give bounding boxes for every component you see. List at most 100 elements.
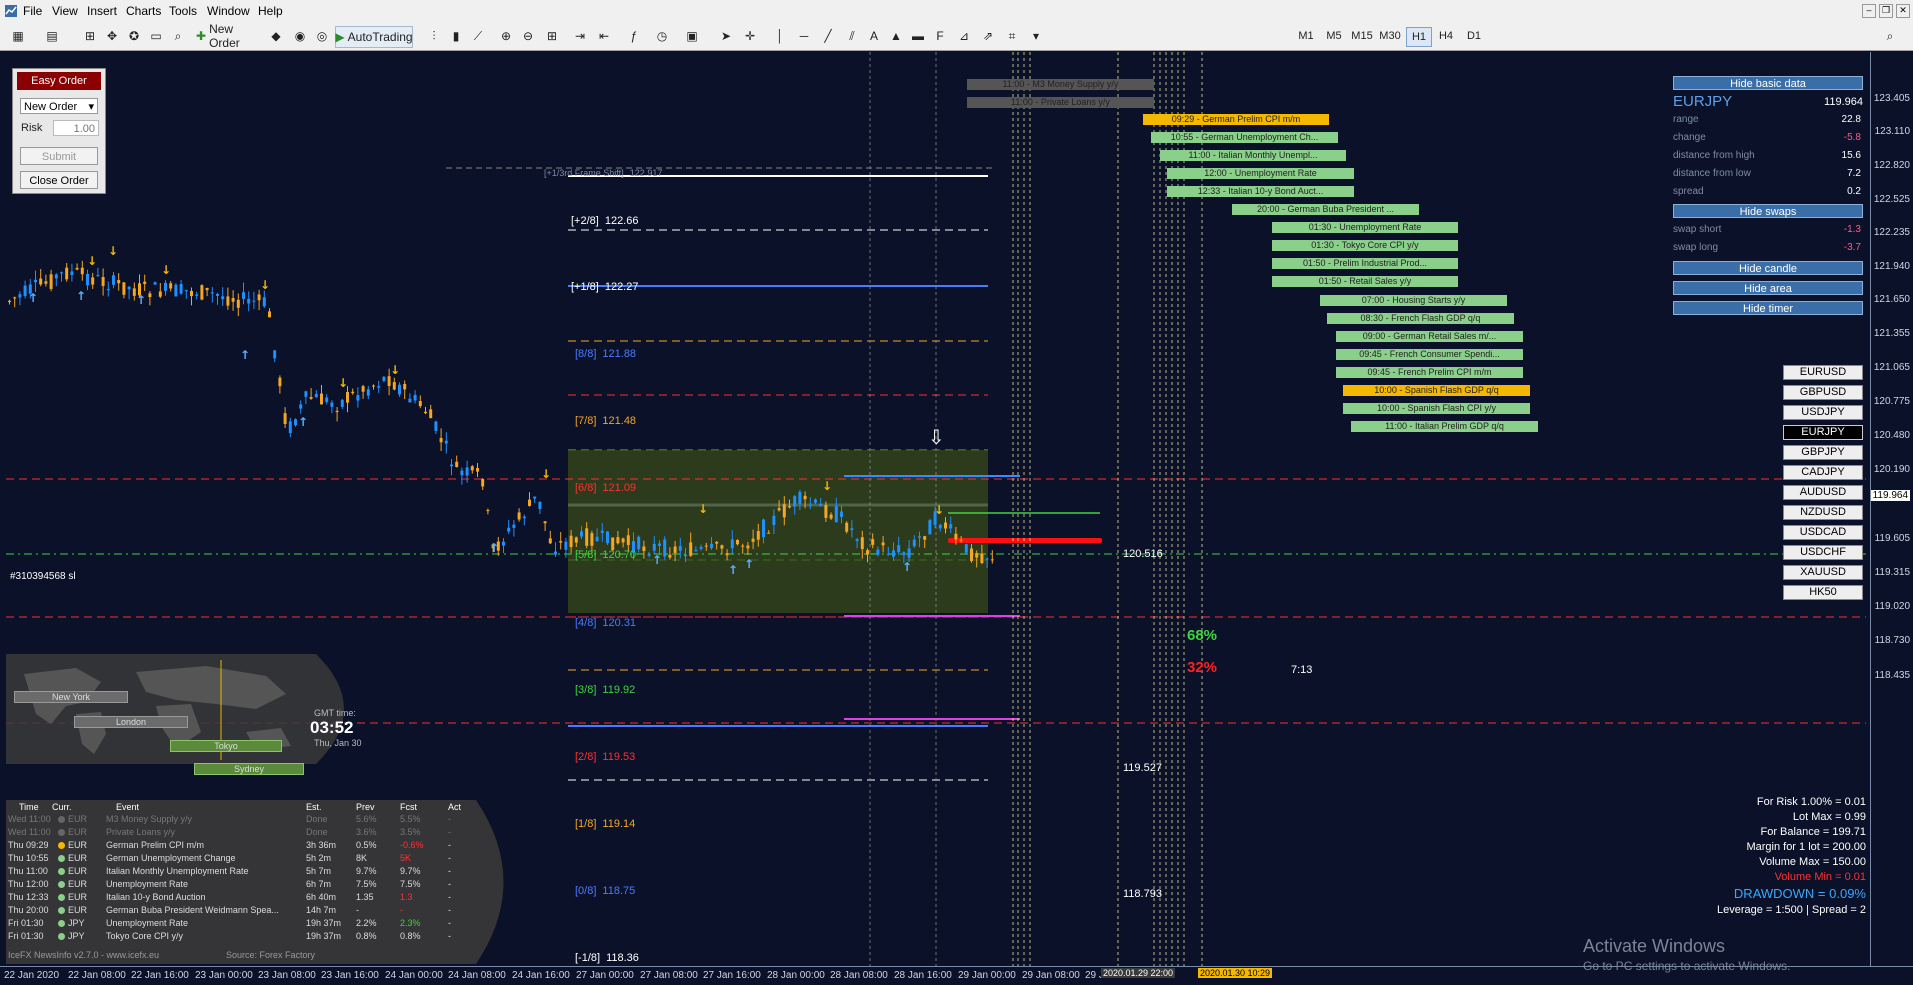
menu-window[interactable]: Window [207, 4, 250, 18]
chart-shift-icon[interactable]: ⇤ [594, 26, 614, 46]
hide-basic-data-button[interactable]: Hide basic data [1673, 76, 1863, 90]
news-event-bar[interactable]: 09:29 - German Prelim CPI m/m [1143, 114, 1329, 125]
arrow-icon[interactable]: ⇗ [978, 26, 998, 46]
candles-icon[interactable]: ▮ [446, 26, 466, 46]
channel-icon[interactable]: ⫽ [842, 26, 862, 46]
wifi-icon[interactable]: ◎ [312, 26, 332, 46]
terminal-icon[interactable]: ▭ [146, 26, 166, 46]
menu-view[interactable]: View [52, 4, 78, 18]
news-row[interactable]: Wed 11:00 EUR M3 Money Supply y/y Done 5.6% 5… [6, 814, 506, 827]
symbol-button-usdjpy[interactable]: USDJPY [1783, 405, 1863, 420]
symbol-button-nzdusd[interactable]: NZDUSD [1783, 505, 1863, 520]
tf-m30[interactable]: M30 [1378, 27, 1402, 45]
signals-icon[interactable]: ◉ [290, 26, 310, 46]
news-event-bar[interactable]: 07:00 - Housing Starts y/y [1320, 295, 1507, 306]
news-row[interactable]: Thu 20:00 EUR German Buba President Weidma… [6, 905, 506, 918]
news-event-bar[interactable]: 12:33 - Italian 10-y Bond Auct... [1167, 186, 1354, 197]
news-event-bar[interactable]: 11:00 - M3 Money Supply y/y [967, 79, 1154, 90]
market-watch-icon[interactable]: ⊞ [80, 26, 100, 46]
menu-tools[interactable]: Tools [169, 4, 197, 18]
periods-icon[interactable]: ◷ [652, 26, 672, 46]
fibo-icon[interactable]: F [930, 26, 950, 46]
menu-help[interactable]: Help [258, 4, 283, 18]
trendline-icon[interactable]: ╱ [818, 26, 838, 46]
zoom-in-icon[interactable]: ⊕ [496, 26, 516, 46]
news-event-bar[interactable]: 10:00 - Spanish Flash GDP q/q [1343, 385, 1530, 396]
zoom-out-icon[interactable]: ⊖ [518, 26, 538, 46]
indicators-icon[interactable]: ƒ [624, 26, 644, 46]
shapes-icon[interactable]: ⌗ [1002, 26, 1022, 46]
news-event-bar[interactable]: 01:30 - Unemployment Rate [1272, 222, 1458, 233]
news-row[interactable]: Thu 10:55 EUR German Unemployment Change 5h… [6, 853, 506, 866]
news-event-bar[interactable]: 11:00 - Italian Monthly Unempl... [1160, 150, 1346, 161]
news-event-bar[interactable]: 10:00 - Spanish Flash CPI y/y [1343, 403, 1530, 414]
news-event-bar[interactable]: 11:00 - Italian Prelim GDP q/q [1351, 421, 1538, 432]
text-icon[interactable]: A [864, 26, 884, 46]
gann-icon[interactable]: ⊿ [954, 26, 974, 46]
news-row[interactable]: Thu 12:33 EUR Italian 10-y Bond Auction 6h … [6, 892, 506, 905]
hide-timer-button[interactable]: Hide timer [1673, 301, 1863, 315]
bar-chart-icon[interactable]: ⫶ [424, 26, 444, 46]
templates-icon[interactable]: ▣ [682, 26, 702, 46]
cursor-icon[interactable]: ➤ [716, 26, 736, 46]
news-event-bar[interactable]: 08:30 - French Flash GDP q/q [1327, 313, 1514, 324]
tf-h4[interactable]: H4 [1434, 27, 1458, 45]
minimize-button[interactable]: – [1862, 4, 1876, 18]
new-chart-icon[interactable]: ▦ [8, 26, 28, 46]
price-axis[interactable]: 123.405 123.110 122.820 122.525 122.235 121.9… [1870, 52, 1913, 966]
tester-icon[interactable]: ⌕ [168, 26, 188, 46]
tf-h1[interactable]: H1 [1406, 27, 1432, 47]
tf-d1[interactable]: D1 [1462, 27, 1486, 45]
metaeditor-icon[interactable]: ◆ [266, 26, 286, 46]
symbol-button-eurusd[interactable]: EURUSD [1783, 365, 1863, 380]
rectangle-icon[interactable]: ▬ [908, 26, 928, 46]
submit-button[interactable]: Submit [20, 147, 98, 165]
profiles-icon[interactable]: ▤ [42, 26, 62, 46]
hide-area-button[interactable]: Hide area [1673, 281, 1863, 295]
menu-insert[interactable]: Insert [87, 4, 117, 18]
news-event-bar[interactable]: 12:00 - Unemployment Rate [1167, 168, 1354, 179]
order-type-select[interactable]: New Order ▾ [20, 98, 98, 114]
easy-order-title[interactable]: Easy Order [17, 72, 101, 90]
risk-input[interactable]: 1.00 [53, 120, 99, 136]
symbol-button-eurjpy[interactable]: EURJPY [1783, 425, 1863, 440]
news-event-bar[interactable]: 09:45 - French Prelim CPI m/m [1336, 367, 1523, 378]
news-row[interactable]: Thu 11:00 EUR Italian Monthly Unemployment… [6, 866, 506, 879]
horizontal-line-icon[interactable]: ─ [794, 26, 814, 46]
hide-swaps-button[interactable]: Hide swaps [1673, 204, 1863, 218]
symbol-button-xauusd[interactable]: XAUUSD [1783, 565, 1863, 580]
news-event-bar[interactable]: 01:50 - Retail Sales y/y [1272, 276, 1458, 287]
autoscroll-icon[interactable]: ⇥ [570, 26, 590, 46]
search-icon[interactable]: ⌕ [1880, 26, 1900, 46]
news-event-bar[interactable]: 09:45 - French Consumer Spendi... [1336, 349, 1523, 360]
crosshair-icon[interactable]: ✛ [740, 26, 760, 46]
vertical-line-icon[interactable]: │ [770, 26, 790, 46]
close-order-button[interactable]: Close Order [20, 171, 98, 189]
triangle-icon[interactable]: ▲ [886, 26, 906, 46]
news-event-bar[interactable]: 10:55 - German Unemployment Ch... [1151, 132, 1338, 143]
autotrading-button[interactable]: ▶ AutoTrading [335, 26, 413, 48]
symbol-button-usdcad[interactable]: USDCAD [1783, 525, 1863, 540]
close-button[interactable]: ✕ [1896, 4, 1910, 18]
symbol-button-gbpusd[interactable]: GBPUSD [1783, 385, 1863, 400]
tf-m5[interactable]: M5 [1322, 27, 1346, 45]
news-row[interactable]: Fri 01:30 JPY Unemployment Rate 19h 37m 2.2%… [6, 918, 506, 931]
restore-button[interactable]: ❐ [1879, 4, 1893, 18]
navigator-icon[interactable]: ✪ [124, 26, 144, 46]
news-row[interactable]: Wed 11:00 EUR Private Loans y/y Done 3.6% 3.5… [6, 827, 506, 840]
tf-m15[interactable]: M15 [1350, 27, 1374, 45]
symbol-button-audusd[interactable]: AUDUSD [1783, 485, 1863, 500]
news-row[interactable]: Fri 01:30 JPY Tokyo Core CPI y/y 19h 37m 0.8… [6, 931, 506, 944]
tf-m1[interactable]: M1 [1294, 27, 1318, 45]
symbol-button-gbpjpy[interactable]: GBPJPY [1783, 445, 1863, 460]
symbol-button-cadjpy[interactable]: CADJPY [1783, 465, 1863, 480]
menu-file[interactable]: File [23, 4, 42, 18]
news-event-bar[interactable]: 11:00 - Private Loans y/y [967, 97, 1154, 108]
new-order-button[interactable]: ✚ New Order [196, 22, 262, 50]
news-event-bar[interactable]: 01:30 - Tokyo Core CPI y/y [1272, 240, 1458, 251]
news-event-bar[interactable]: 01:50 - Prelim Industrial Prod... [1272, 258, 1458, 269]
data-window-icon[interactable]: ✥ [102, 26, 122, 46]
news-event-bar[interactable]: 09:00 - German Retail Sales m/... [1336, 331, 1523, 342]
news-event-bar[interactable]: 20:00 - German Buba President ... [1232, 204, 1419, 215]
news-row[interactable]: Thu 09:29 EUR German Prelim CPI m/m 3h 36m 0… [6, 840, 506, 853]
